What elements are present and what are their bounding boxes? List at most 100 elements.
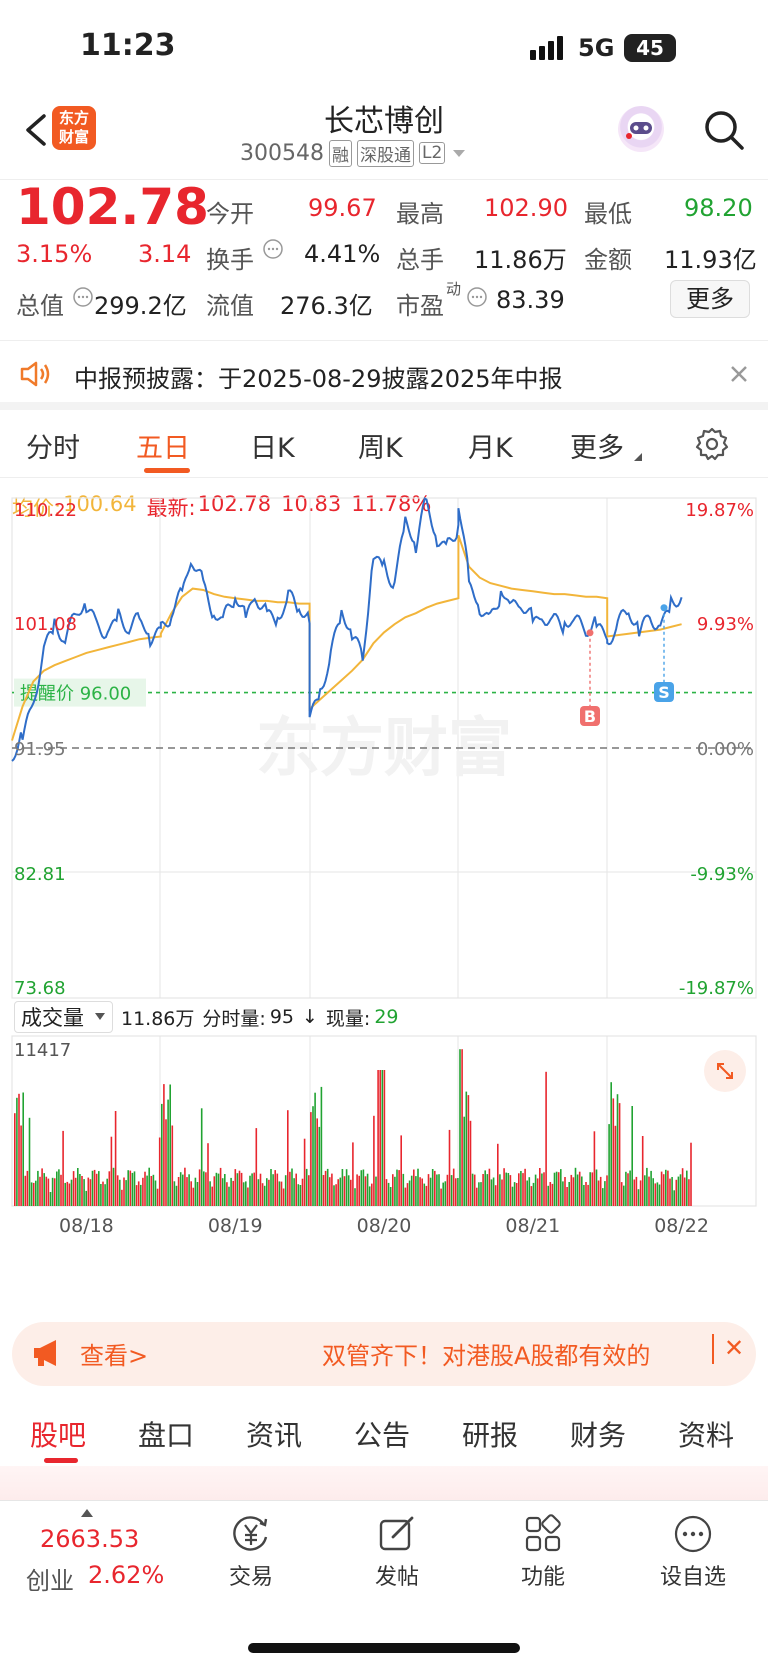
volume-bar [169, 1084, 171, 1206]
dropdown-icon [95, 1013, 105, 1020]
y-tick-label: 110.22 [14, 500, 77, 521]
volume-bar [135, 1185, 138, 1206]
last-price: 102.78 [16, 178, 209, 236]
volume-bar [396, 1169, 398, 1206]
volume-bar [238, 1170, 241, 1206]
volume-bar [528, 1177, 531, 1206]
tab-research[interactable]: 研报 [462, 1414, 518, 1454]
notice-bar[interactable]: 中报预披露：于2025-08-29披露2025年中报 [0, 340, 768, 410]
tab-announcements[interactable]: 公告 [354, 1414, 410, 1454]
volume-bar [56, 1171, 58, 1206]
x-tick-label: 08/20 [357, 1215, 412, 1237]
volume-bar [358, 1175, 360, 1206]
tab-weekly-k[interactable]: 周K [358, 426, 403, 465]
watchlist-button[interactable]: 设自选 [638, 1513, 748, 1591]
low-label: 最低 [584, 200, 632, 228]
more-dots-icon [674, 1515, 712, 1553]
volume-bar [142, 1177, 144, 1206]
volume-bar [362, 1169, 365, 1206]
dropdown-icon[interactable] [450, 144, 468, 163]
banner-view-link[interactable]: 查看> [80, 1336, 148, 1371]
search-icon[interactable] [702, 108, 746, 152]
volume-bar [482, 1174, 484, 1206]
notice-text: 中报预披露：于2025-08-29披露2025年中报 [74, 365, 563, 393]
volume-bar [106, 1178, 108, 1206]
volume-bar [60, 1174, 62, 1206]
index-widget[interactable]: 2663.53 创业 2.62% [0, 1501, 200, 1601]
volume-bar [671, 1177, 673, 1206]
volume-bar [398, 1170, 400, 1206]
volume-bar [425, 1185, 428, 1206]
megaphone-icon [30, 1338, 64, 1372]
volume-bar [444, 1181, 447, 1206]
functions-button[interactable]: 功能 [488, 1513, 598, 1591]
close-icon[interactable] [728, 363, 750, 389]
volume-bar [289, 1171, 291, 1206]
volume-bar [43, 1173, 45, 1206]
volume-bar [133, 1171, 136, 1206]
volume-bar [66, 1181, 69, 1206]
tab-orderbook[interactable]: 盘口 [138, 1414, 194, 1454]
volume-bar [144, 1171, 146, 1206]
settings-gear-icon[interactable] [694, 426, 730, 466]
volume-bar [182, 1174, 184, 1206]
volume-bar [421, 1178, 423, 1206]
tab-five-day[interactable]: 五日 [136, 426, 190, 465]
volume-bar [79, 1174, 81, 1206]
volume-bar [658, 1184, 661, 1206]
volume-bar [280, 1181, 283, 1206]
tab-monthly-k[interactable]: 月K [468, 426, 513, 465]
promo-banner[interactable]: 查看> 双管齐下！对港股A股都有效的 ✕ [12, 1322, 756, 1386]
more-button[interactable]: 更多 [670, 280, 750, 318]
volume-bar [194, 1177, 197, 1206]
y-tick-label: 73.68 [14, 978, 66, 999]
expand-icon[interactable] [704, 1050, 746, 1092]
volume-bar [146, 1175, 148, 1206]
volume-bar [232, 1180, 234, 1206]
tab-intraday[interactable]: 分时 [26, 426, 80, 465]
volume-bar [261, 1183, 264, 1206]
post-button[interactable]: 发帖 [342, 1513, 452, 1591]
price-chart-svg: 东方财富 提醒价 96.00 110.22 19.87%101.08 9.93%91… [11, 497, 757, 1237]
tab-forum[interactable]: 股吧 [30, 1414, 86, 1454]
volume-bar [333, 1185, 335, 1206]
volume-bar [478, 1182, 480, 1206]
volume-bar [360, 1170, 363, 1206]
amount-value: 11.93亿 [664, 246, 757, 274]
robot-avatar-icon[interactable] [618, 106, 664, 152]
volume-bar [102, 1181, 104, 1206]
info-icon[interactable] [72, 286, 94, 312]
volume-bar [662, 1174, 665, 1206]
volume-bar [566, 1187, 568, 1206]
volume-bar [394, 1176, 396, 1206]
volume-bar [295, 1173, 297, 1206]
volume-bar [448, 1129, 451, 1206]
tab-daily-k[interactable]: 日K [250, 426, 295, 465]
info-icon[interactable] [262, 238, 284, 264]
volume-selector[interactable]: 成交量 [14, 1001, 113, 1033]
volume-bar [316, 1118, 318, 1206]
volume-bar [228, 1186, 230, 1206]
content-tabs: 股吧 盘口 资讯 公告 研报 财务 资料 [0, 1400, 768, 1470]
period-tabs: 分时 五日 日K 周K 月K 更多 [0, 412, 768, 478]
marker-label: S [658, 683, 670, 702]
five-day-chart[interactable]: 均价: 100.64 最新: 102.78 10.83 11.78% 东方财富 … [0, 480, 768, 1280]
volume-bar [570, 1174, 573, 1206]
volume-bar [625, 1171, 627, 1206]
volume-bar [137, 1181, 140, 1206]
banner-close-button[interactable]: ✕ [724, 1334, 744, 1362]
volume-bar [345, 1169, 348, 1206]
volume-bar [438, 1174, 440, 1206]
info-icon[interactable] [466, 286, 488, 312]
stock-code: 300548 [240, 140, 324, 166]
watchlist-label: 设自选 [659, 1565, 726, 1590]
volume-bar [524, 1168, 526, 1206]
tag-level2: L2 [418, 142, 446, 164]
tab-profile[interactable]: 资料 [678, 1414, 734, 1454]
trade-button[interactable]: 交易 [196, 1513, 306, 1591]
volume-bar [140, 1184, 142, 1206]
tab-financials[interactable]: 财务 [570, 1414, 626, 1454]
volume-bar [112, 1167, 115, 1206]
tab-news[interactable]: 资讯 [246, 1414, 302, 1454]
tab-more[interactable]: 更多 [570, 426, 624, 465]
